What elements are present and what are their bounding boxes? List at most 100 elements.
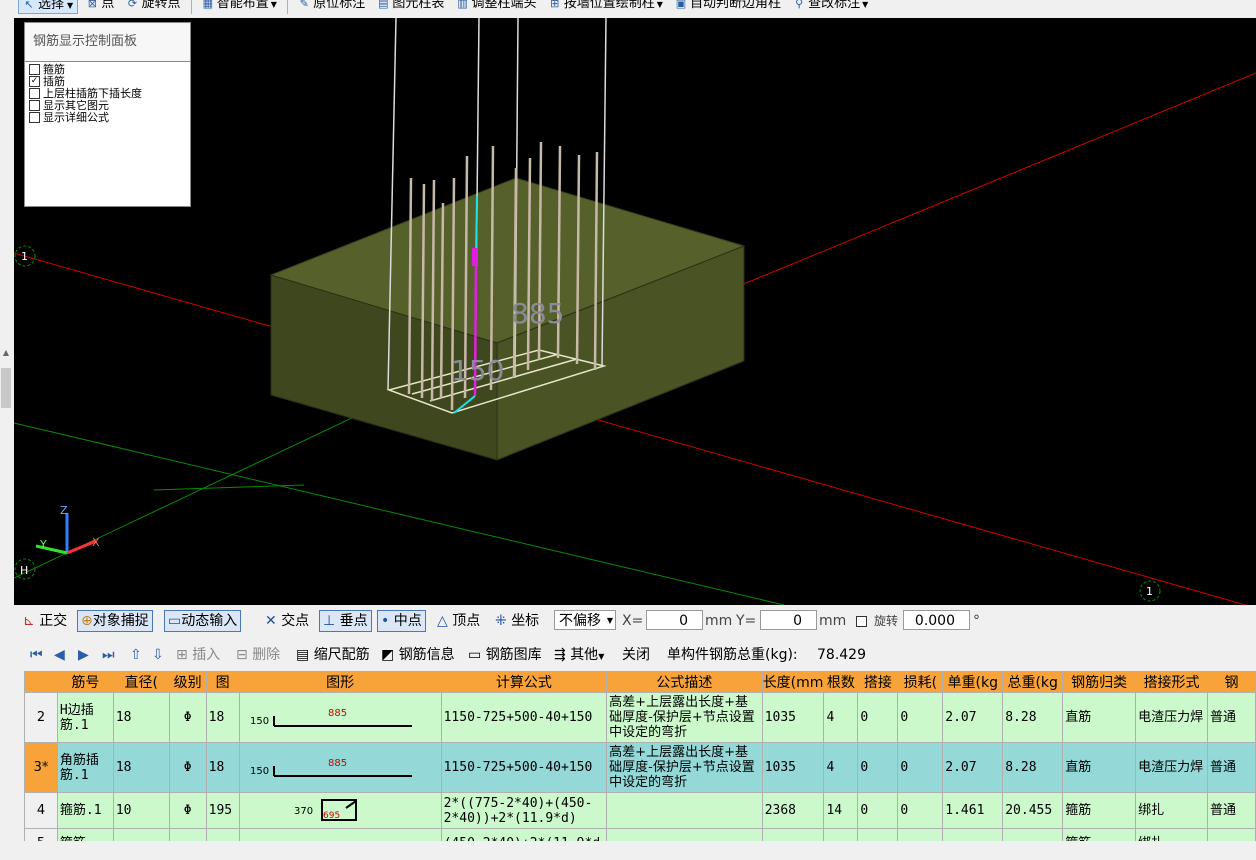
cell-formula[interactable]: (450-2*40)+2*(11.9*d bbox=[440, 828, 608, 841]
cell-loss[interactable]: 0 bbox=[897, 792, 944, 829]
row-number[interactable]: 2 bbox=[24, 692, 58, 743]
table-row[interactable]: 2 H边插筋.1 18 Φ 18 150 885 1150-725+500-40… bbox=[24, 692, 1256, 743]
header-lap-type[interactable]: 搭接形式 bbox=[1135, 671, 1209, 693]
header-grade[interactable]: 级别 bbox=[168, 671, 207, 693]
cell-category[interactable]: 直筋 bbox=[1062, 742, 1137, 793]
checkbox-checked[interactable]: ✓ bbox=[29, 76, 40, 87]
cell-count[interactable]: 4 bbox=[823, 742, 859, 793]
cell-total-weight[interactable]: 20.455 bbox=[1002, 792, 1064, 829]
cell-length[interactable]: 2368 bbox=[761, 792, 825, 829]
header-length[interactable]: 长度(mm bbox=[761, 671, 825, 693]
rebar-info-button[interactable]: ◩ 钢筋信息 bbox=[381, 645, 455, 665]
cell-grade[interactable] bbox=[168, 828, 207, 841]
dynamic-input-button[interactable]: ▭动态输入 bbox=[164, 610, 242, 632]
row-number[interactable]: 4 bbox=[24, 792, 58, 829]
header-shape[interactable]: 图形 bbox=[238, 671, 442, 693]
cell-bar-name[interactable]: 角筋插筋.1 bbox=[56, 742, 114, 793]
cell-length[interactable]: 1035 bbox=[761, 742, 825, 793]
other-button[interactable]: ⇶ 其他▼ bbox=[554, 645, 604, 665]
offset-mode-select[interactable]: 不偏移 ▼ bbox=[554, 610, 616, 630]
header-description[interactable]: 公式描述 bbox=[606, 671, 763, 693]
cell-diameter[interactable] bbox=[112, 828, 170, 841]
cell-grade[interactable]: Φ bbox=[168, 692, 207, 743]
header-loss[interactable]: 损耗( bbox=[897, 671, 944, 693]
cell-bar-name[interactable]: H边插筋.1 bbox=[56, 692, 114, 743]
table-row-selected[interactable]: 3* 角筋插筋.1 18 Φ 18 150 885 1150-725+500-4… bbox=[24, 742, 1256, 793]
cell-category[interactable]: 直筋 bbox=[1062, 692, 1137, 743]
rotate-point-button[interactable]: ⟳ 旋转点 bbox=[122, 0, 184, 14]
first-record-icon[interactable]: ⏮ bbox=[30, 645, 43, 665]
header-unit-weight[interactable]: 单重(kg bbox=[942, 671, 1004, 693]
scale-rebar-button[interactable]: ▤ 缩尺配筋 bbox=[296, 645, 370, 665]
midpoint-button[interactable]: • 中点 bbox=[377, 610, 426, 632]
header-bar-number[interactable]: 筋号 bbox=[56, 671, 114, 693]
table-row[interactable]: 5 箍筋 (450-2*40)+2*(11.9*d 箍筋 绑扎 bbox=[24, 828, 1256, 841]
cell-count[interactable]: 4 bbox=[823, 692, 859, 743]
cell-count[interactable]: 14 bbox=[823, 792, 859, 829]
cell-shape[interactable]: 150 885 bbox=[238, 742, 442, 793]
cell-unit-weight[interactable]: 1.461 bbox=[942, 792, 1004, 829]
cell-diameter[interactable]: 18 bbox=[112, 742, 170, 793]
vertex-button[interactable]: △ 顶点 bbox=[434, 610, 483, 632]
row-number[interactable]: 5 bbox=[24, 828, 58, 841]
checkbox[interactable] bbox=[29, 112, 40, 123]
cell-formula[interactable]: 1150-725+500-40+150 bbox=[440, 692, 608, 743]
vertical-scrollbar-thumb[interactable] bbox=[1, 368, 11, 408]
header-formula[interactable]: 计算公式 bbox=[440, 671, 608, 693]
cell-total-weight[interactable]: 8.28 bbox=[1002, 692, 1064, 743]
header-category[interactable]: 钢筋归类 bbox=[1062, 671, 1137, 693]
point-button[interactable]: ⊠ 点 bbox=[82, 0, 118, 14]
close-button[interactable]: 关闭 bbox=[622, 645, 650, 665]
smart-layout-button[interactable]: ▦ 智能布置 ▼ bbox=[198, 0, 281, 14]
scroll-arrow-up-icon[interactable]: ▲ bbox=[0, 348, 12, 360]
cell-lap-type[interactable]: 电渣压力焊 bbox=[1135, 742, 1209, 793]
cell-diameter[interactable]: 18 bbox=[112, 692, 170, 743]
cell-total-weight[interactable] bbox=[1002, 828, 1064, 841]
orthogonal-button[interactable]: ⊾ 正交 bbox=[20, 610, 70, 632]
cell-unit-weight[interactable]: 2.07 bbox=[942, 742, 1004, 793]
coordinate-button[interactable]: ⁜ 坐标 bbox=[492, 610, 542, 632]
checkbox[interactable] bbox=[29, 64, 40, 75]
cell-description[interactable]: 高差+上层露出长度+基础厚度-保护层+节点设置中设定的弯折 bbox=[606, 692, 763, 743]
last-record-icon[interactable]: ⏭ bbox=[102, 645, 115, 665]
cell-shape[interactable]: 150 885 bbox=[238, 692, 442, 743]
cell-unit-weight[interactable]: 2.07 bbox=[942, 692, 1004, 743]
intersection-button[interactable]: ✕ 交点 bbox=[262, 610, 312, 632]
cell-shape[interactable] bbox=[238, 828, 442, 841]
rebar-library-button[interactable]: ▭ 钢筋图库 bbox=[468, 645, 542, 665]
rotate-input[interactable]: 0.000 bbox=[903, 610, 970, 630]
move-up-icon[interactable]: ⇧ bbox=[130, 645, 142, 665]
cell-lap[interactable]: 0 bbox=[857, 792, 899, 829]
auto-corner-column-button[interactable]: ▣ 自动判断边角柱 bbox=[671, 0, 785, 14]
cell-figure-no[interactable]: 195 bbox=[205, 792, 240, 829]
select-button[interactable]: ↖ 选择 ▼ bbox=[18, 0, 79, 14]
checkbox[interactable] bbox=[29, 88, 40, 99]
delete-button[interactable]: ⊟ 删除 bbox=[236, 645, 280, 665]
cell-description[interactable] bbox=[606, 828, 763, 841]
next-record-icon[interactable]: ▶ bbox=[78, 645, 89, 665]
rotate-checkbox[interactable] bbox=[856, 616, 867, 627]
cell-extra[interactable]: 普通 bbox=[1207, 792, 1256, 829]
perpendicular-button[interactable]: ⊥ 垂点 bbox=[319, 610, 372, 632]
cell-extra[interactable] bbox=[1207, 828, 1256, 841]
cell-bar-name[interactable]: 箍筋 bbox=[56, 828, 114, 841]
header-extra[interactable]: 钢 bbox=[1207, 671, 1256, 693]
cell-lap[interactable] bbox=[857, 828, 899, 841]
check-annotation-button[interactable]: ⚲ 查改标注 ▼ bbox=[789, 0, 872, 14]
cell-lap-type[interactable]: 电渣压力焊 bbox=[1135, 692, 1209, 743]
table-row[interactable]: 4 箍筋.1 10 Φ 195 370 695 2*((775-2*40)+(4… bbox=[24, 792, 1256, 829]
cell-shape[interactable]: 370 695 bbox=[238, 792, 442, 829]
cell-figure-no[interactable]: 18 bbox=[205, 742, 240, 793]
cell-figure-no[interactable] bbox=[205, 828, 240, 841]
insert-button[interactable]: ⊞ 插入 bbox=[176, 645, 220, 665]
object-snap-button[interactable]: ⊕对象捕捉 bbox=[77, 610, 153, 632]
cell-length[interactable] bbox=[761, 828, 825, 841]
cell-bar-name[interactable]: 箍筋.1 bbox=[56, 792, 114, 829]
cell-lap-type[interactable]: 绑扎 bbox=[1135, 792, 1209, 829]
cell-unit-weight[interactable] bbox=[942, 828, 1004, 841]
cell-count[interactable] bbox=[823, 828, 859, 841]
cell-description[interactable]: 高差+上层露出长度+基础厚度-保护层+节点设置中设定的弯折 bbox=[606, 742, 763, 793]
column-table-button[interactable]: ▤ 图元柱表 bbox=[373, 0, 448, 14]
cell-length[interactable]: 1035 bbox=[761, 692, 825, 743]
header-diameter[interactable]: 直径( bbox=[112, 671, 170, 693]
